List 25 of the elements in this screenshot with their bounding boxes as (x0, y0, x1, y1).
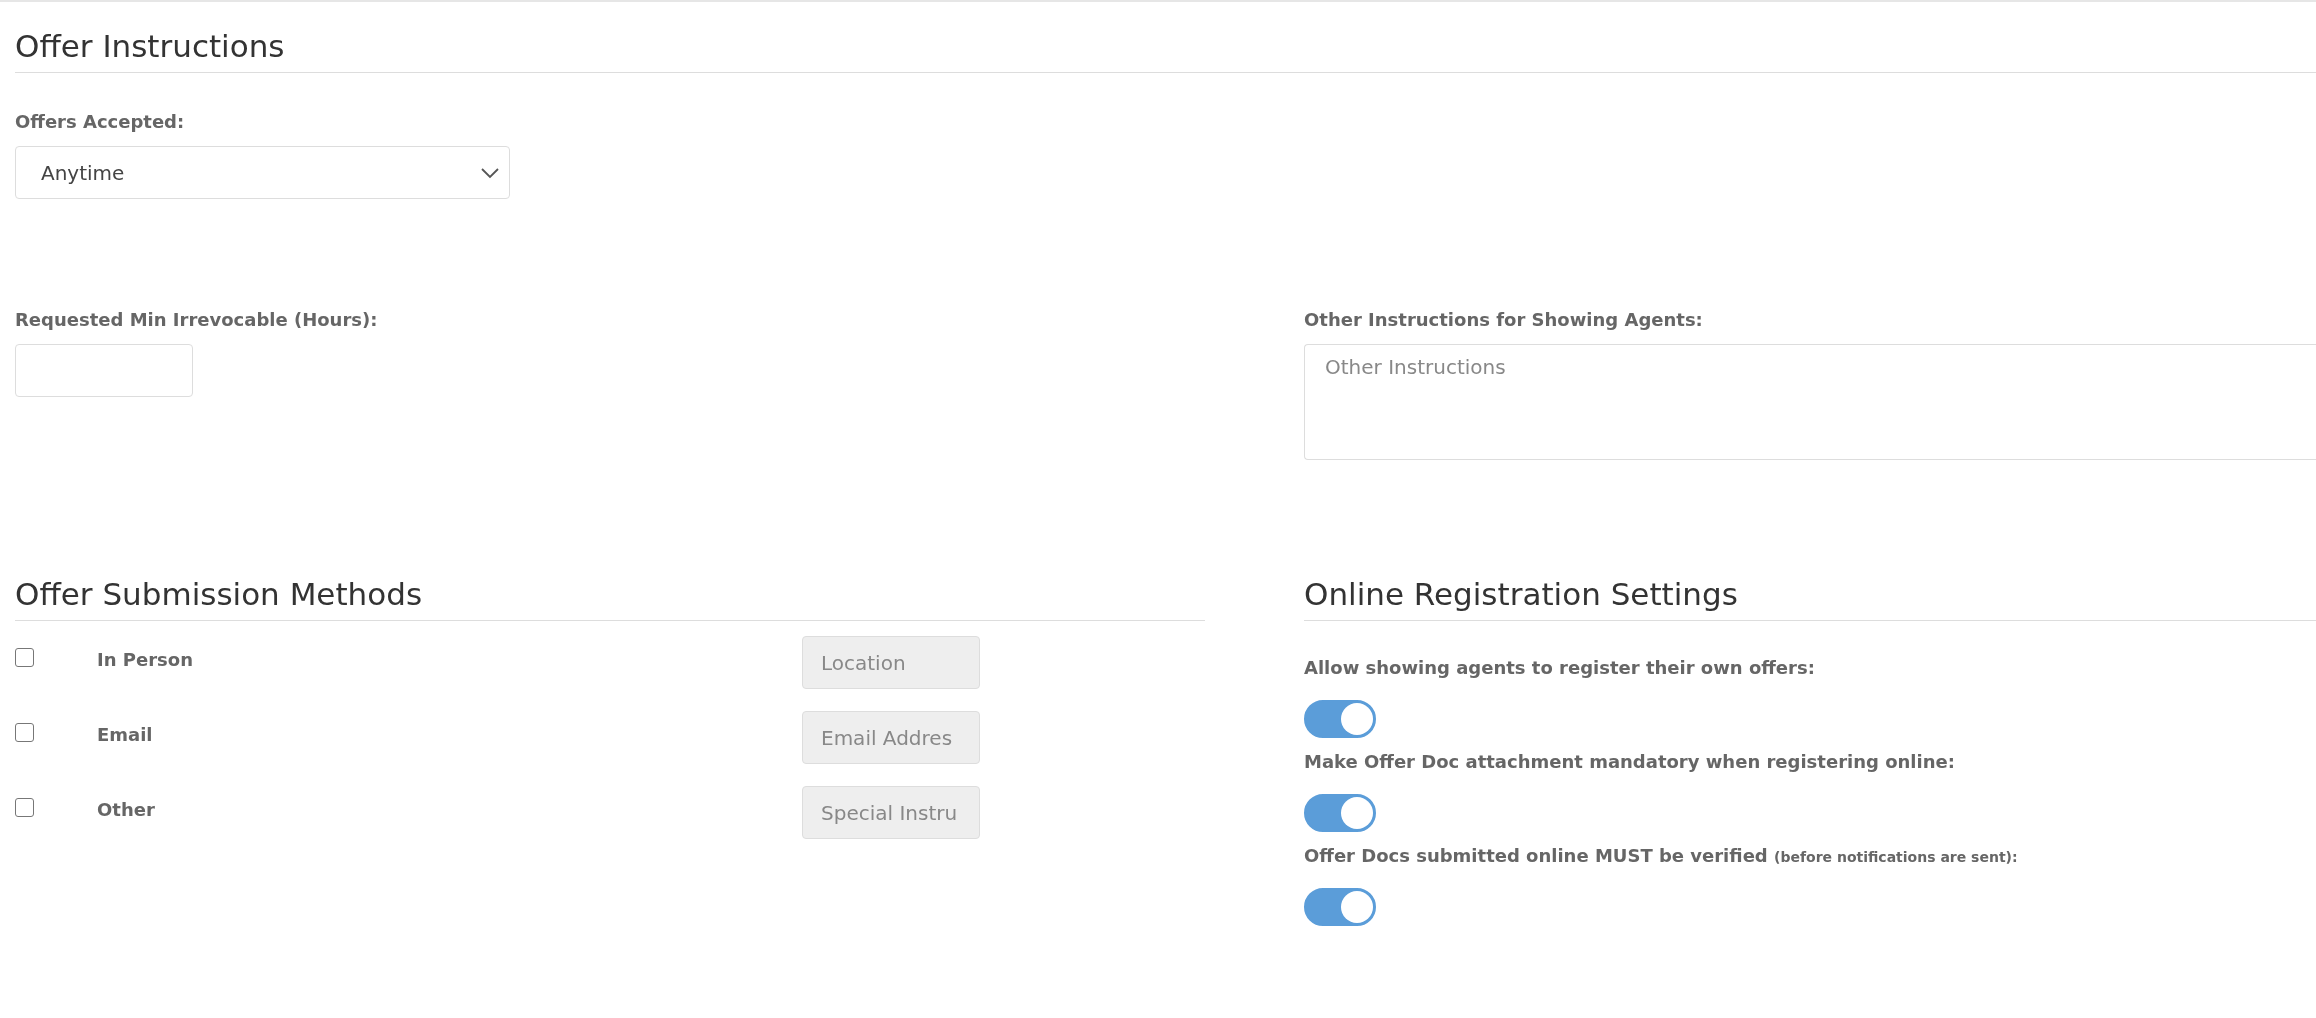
checkbox[interactable] (15, 648, 34, 667)
section-title: Offer Instructions (15, 28, 286, 66)
section-title: Online Registration Settings (1304, 576, 1739, 614)
chevron-down-icon (481, 166, 499, 179)
field-label: Offers Accepted: (15, 111, 186, 132)
method-label: In Person (97, 648, 194, 670)
setting-label: Allow showing agents to register their own offers: (1304, 657, 1816, 678)
section-title: Offer Submission Methods (15, 576, 424, 614)
field-label: Other Instructions for Showing Agents: (1304, 309, 1704, 330)
method-input-field[interactable]: Location (802, 636, 980, 689)
offers-accepted-dropdown[interactable]: Anytime (15, 146, 510, 199)
hours-input-field[interactable] (15, 344, 193, 397)
method-label: Email (97, 723, 154, 745)
field-label: Requested Min Irrevocable (Hours): (15, 309, 379, 330)
instructions-text-area[interactable]: Other Instructions (1304, 344, 2316, 460)
checkbox[interactable] (15, 723, 34, 742)
setting-label: Offer Docs submitted online MUST be verified (before notifications are sent): (1304, 845, 2019, 866)
checkbox[interactable] (15, 798, 34, 817)
method-input-field[interactable]: Special Instru (802, 786, 980, 839)
toggle-switch[interactable] (1304, 888, 1376, 926)
method-label: Other (97, 798, 156, 820)
toggle-switch[interactable] (1304, 700, 1376, 738)
toggle-switch[interactable] (1304, 794, 1376, 832)
method-input-field[interactable]: Email Addres (802, 711, 980, 764)
setting-label: Make Offer Doc attachment mandatory when registering online: (1304, 751, 1956, 772)
